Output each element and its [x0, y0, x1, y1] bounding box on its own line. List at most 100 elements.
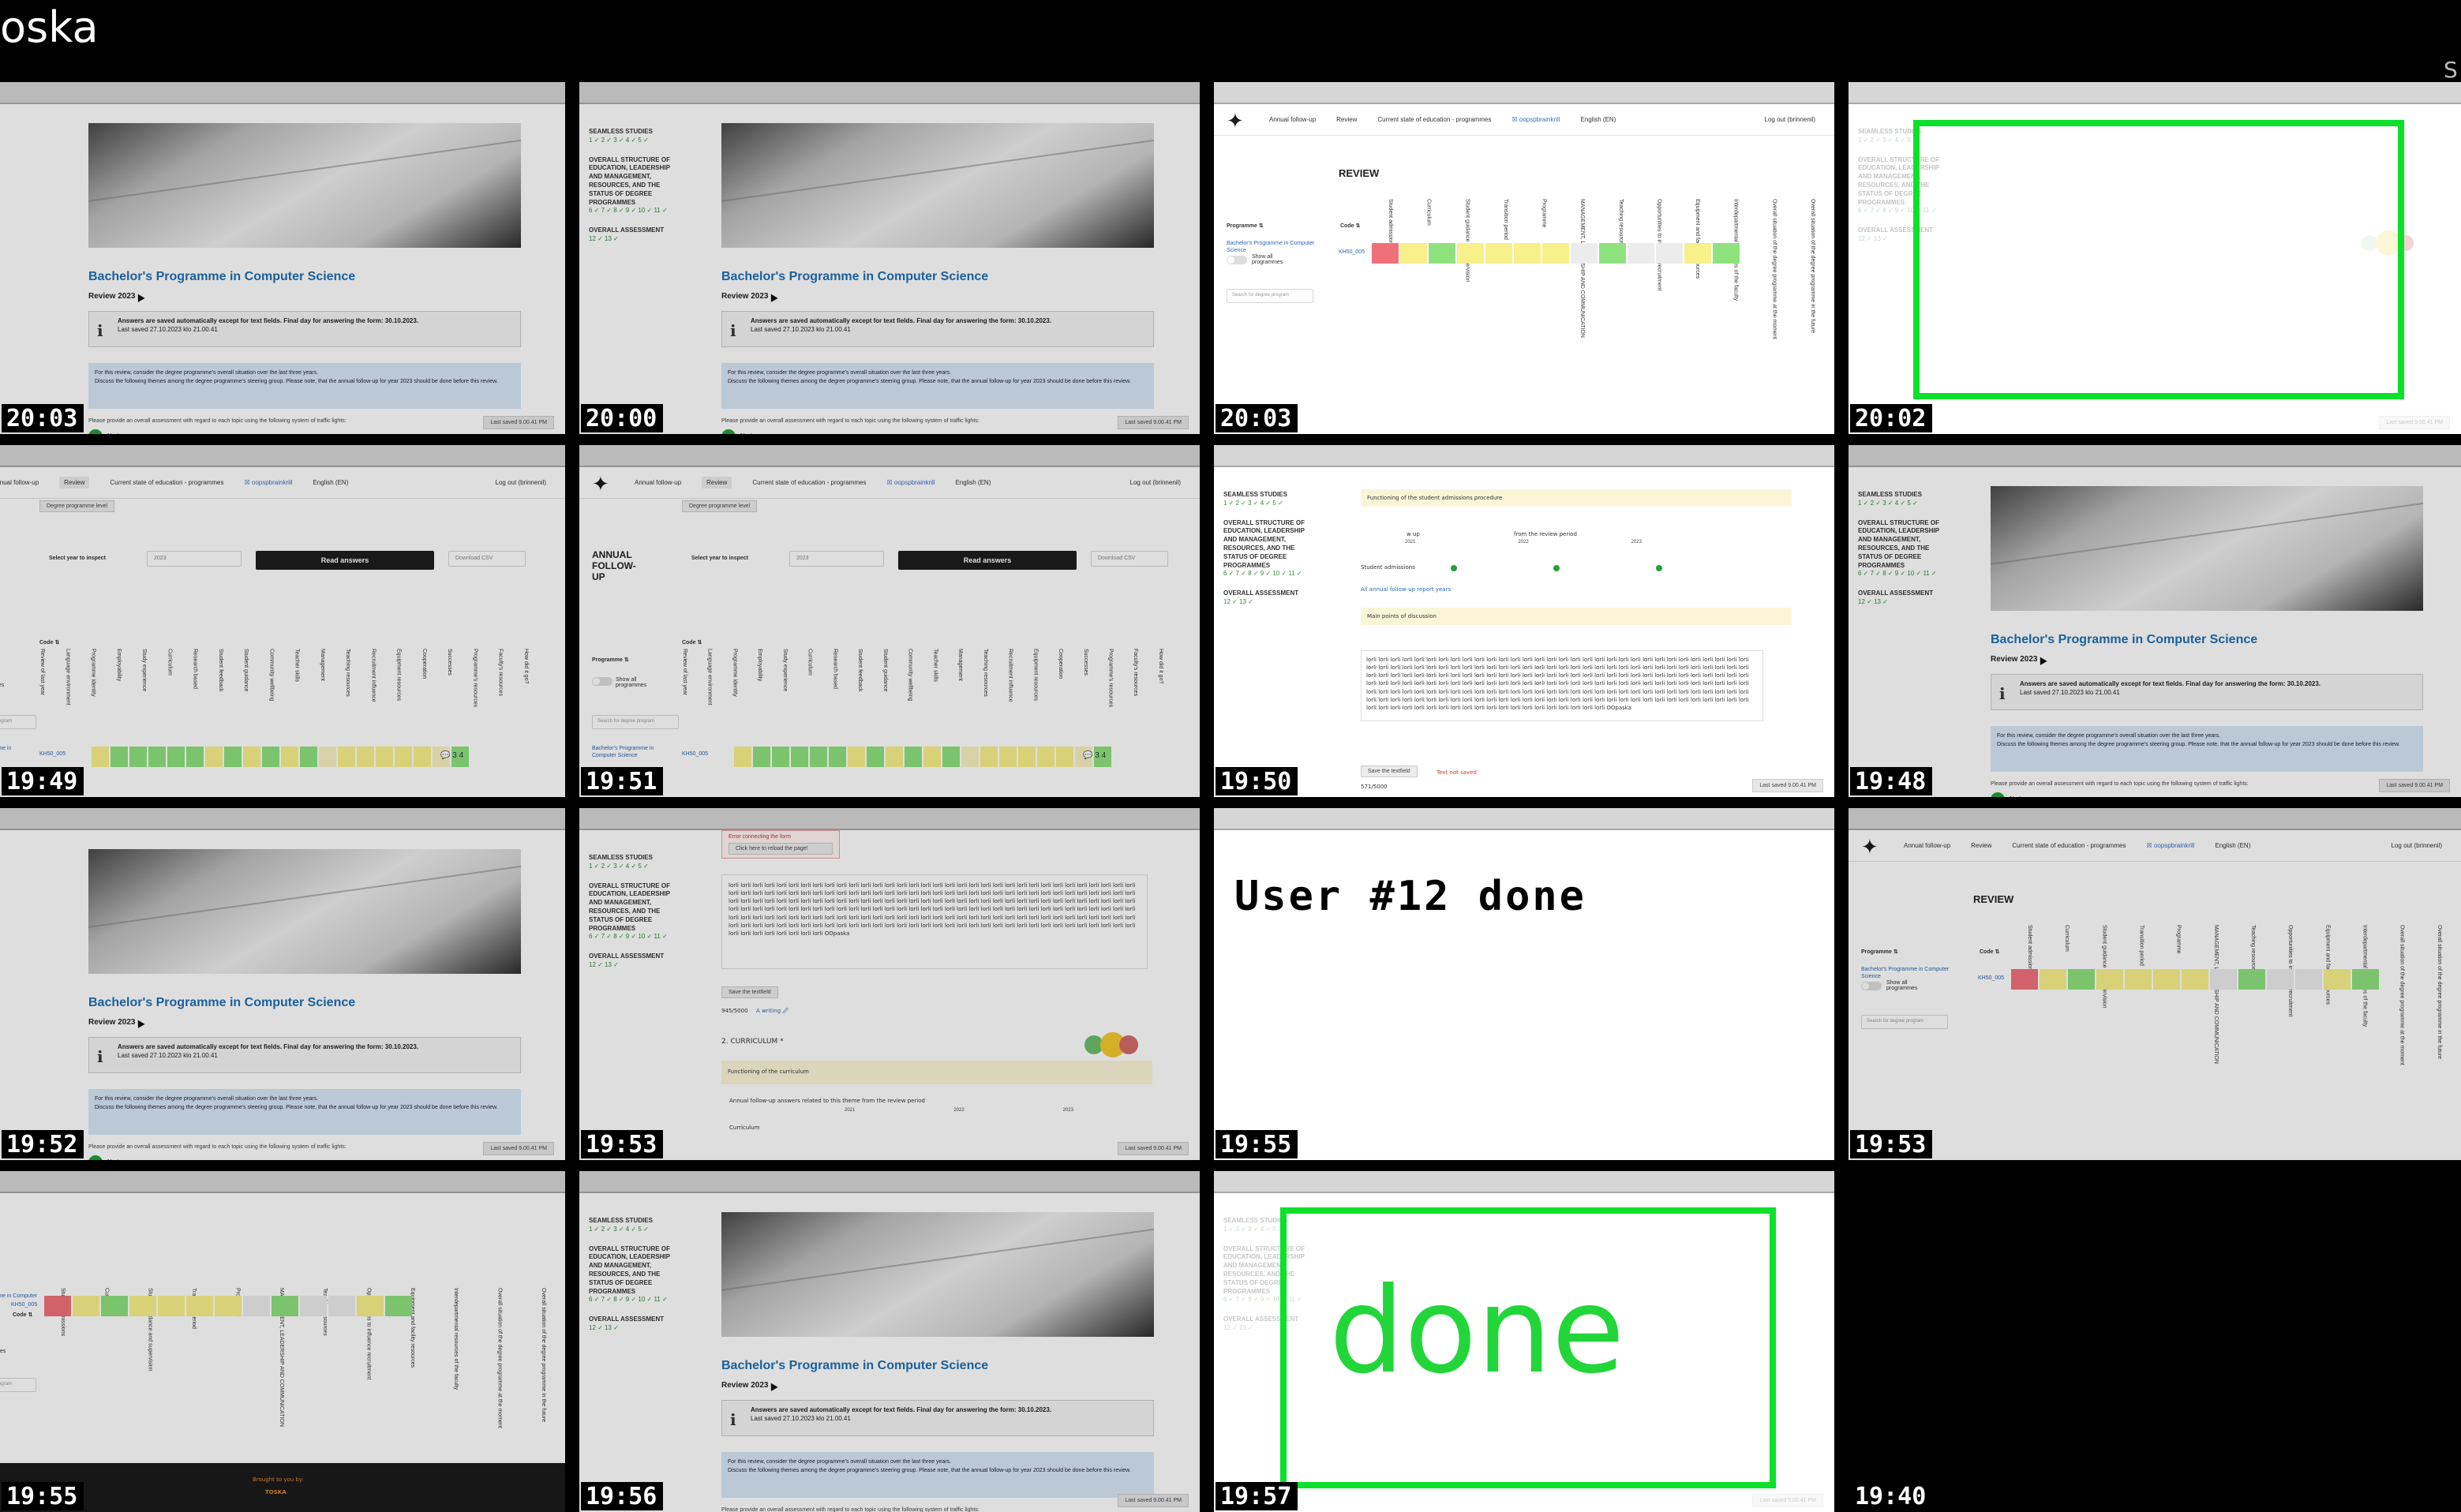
- traffic-light-cell[interactable]: [2238, 969, 2265, 990]
- traffic-light-cell[interactable]: [44, 1296, 71, 1316]
- programme-column-header[interactable]: Programme ⇅: [592, 657, 629, 663]
- traffic-light-cell[interactable]: [2125, 969, 2152, 990]
- traffic-light-cell[interactable]: [942, 747, 960, 767]
- code-column-header[interactable]: Code ⇅: [39, 639, 59, 646]
- traffic-light-cell[interactable]: [186, 747, 204, 767]
- traffic-light-cell[interactable]: [385, 1296, 412, 1316]
- traffic-light-cell[interactable]: [73, 1296, 99, 1316]
- code-column-header[interactable]: Code ⇅: [13, 1312, 32, 1318]
- download-csv-dropdown[interactable]: Download CSV: [448, 551, 526, 567]
- session-tile[interactable]: SEAMLESS STUDIES1 ✓ 2 ✓ 3 ✓ 4 ✓ 5 ✓OVERA…: [579, 808, 1200, 1160]
- traffic-light-cell[interactable]: [148, 747, 166, 767]
- session-tile[interactable]: User #12 done 19:55: [1214, 808, 1834, 1160]
- traffic-light-cell[interactable]: [1628, 243, 1654, 264]
- discussion-textarea[interactable]: lorli lorli lorli lorli lorli lorli lorl…: [721, 874, 1148, 969]
- code-column-header[interactable]: Code ⇅: [1980, 949, 1999, 955]
- nav-user[interactable]: ☒ oopspbrainkrill: [886, 479, 935, 486]
- traffic-light-cell[interactable]: [2267, 969, 2294, 990]
- seamless-studies-link[interactable]: SEAMLESS STUDIES: [589, 854, 680, 863]
- traffic-light-cell[interactable]: [848, 747, 865, 767]
- traffic-light-cell[interactable]: [414, 747, 431, 767]
- traffic-light-cell[interactable]: [1684, 243, 1711, 264]
- search-filter[interactable]: Search for degree program: [0, 715, 36, 729]
- show-all-toggle[interactable]: [1861, 982, 1882, 990]
- seamless-studies-link[interactable]: SEAMLESS STUDIES: [1223, 491, 1315, 500]
- overall-assessment-link[interactable]: OVERALL ASSESSMENT: [589, 1316, 680, 1324]
- traffic-light-cell[interactable]: [357, 1296, 384, 1316]
- traffic-light-cell[interactable]: [2324, 969, 2350, 990]
- search-filter[interactable]: Search for degree program: [592, 715, 679, 729]
- session-tile[interactable]: SEAMLESS STUDIES1 ✓ 2 ✓ 3 ✓ 4 ✓ 5 ✓OVERA…: [1214, 445, 1834, 797]
- session-tile[interactable]: Annual follow-up Review Current state of e…: [1849, 808, 2461, 1160]
- nav-logout[interactable]: Log out (brinnenil): [1765, 116, 1815, 123]
- session-tile[interactable]: SEAMLESS STUDIES1 ✓ 2 ✓ 3 ✓ 4 ✓ 5 ✓OVERA…: [1214, 1171, 1834, 1512]
- programme-link[interactable]: Bachelor's Programme in Computer Science: [1227, 240, 1329, 254]
- traffic-light-cell[interactable]: [1514, 243, 1541, 264]
- nav-logout[interactable]: Log out (brinnenil): [496, 479, 546, 486]
- traffic-light-cell[interactable]: [753, 747, 770, 767]
- traffic-light-cell[interactable]: [810, 747, 827, 767]
- nav-review[interactable]: Review: [59, 477, 90, 488]
- nav-current[interactable]: Current state of education - programmes: [1377, 116, 1491, 123]
- traffic-light-cell[interactable]: [923, 747, 941, 767]
- traffic-light-cell[interactable]: [328, 1296, 355, 1316]
- traffic-light-cell[interactable]: [2182, 969, 2208, 990]
- search-filter[interactable]: Search for degree program: [0, 1378, 36, 1392]
- session-tile[interactable]: SEAMLESS STUDIES1 ✓ 2 ✓ 3 ✓ 4 ✓ 5 ✓OVERA…: [579, 82, 1200, 434]
- nav-review[interactable]: Review: [702, 477, 732, 488]
- nav-lang[interactable]: English (EN): [955, 479, 991, 486]
- nav-logout[interactable]: Log out (brinnenil): [1130, 479, 1181, 486]
- year-dropdown[interactable]: 2023: [789, 551, 884, 567]
- programme-column-header[interactable]: Programme ⇅: [1227, 223, 1264, 229]
- nav-current[interactable]: Current state of education - programmes: [752, 479, 866, 486]
- degree-level-option[interactable]: Degree programme level: [39, 500, 115, 512]
- traffic-light-cell[interactable]: [300, 1296, 327, 1316]
- nav-logout[interactable]: Log out (brinnenil): [2392, 842, 2442, 849]
- nav-review[interactable]: Review: [1336, 116, 1357, 123]
- traffic-light-cell[interactable]: [1018, 747, 1036, 767]
- traffic-light-cell[interactable]: [243, 1296, 270, 1316]
- traffic-light-cell[interactable]: [829, 747, 846, 767]
- year-dropdown[interactable]: 2023: [147, 551, 242, 567]
- session-tile[interactable]: Student admissionsCurriculumStudent guid…: [0, 1171, 565, 1512]
- traffic-light-cell[interactable]: [999, 747, 1017, 767]
- overall-structure-link[interactable]: OVERALL STRUCTURE OF EDUCATION, LEADERSH…: [589, 156, 680, 208]
- overall-structure-link[interactable]: OVERALL STRUCTURE OF EDUCATION, LEADERSH…: [1858, 519, 1950, 571]
- show-all-toggle[interactable]: [592, 677, 612, 686]
- overall-structure-link[interactable]: OVERALL STRUCTURE OF EDUCATION, LEADERSH…: [1223, 519, 1315, 571]
- session-tile[interactable]: SEAMLESS STUDIES1 ✓ 2 ✓ 3 ✓ 4 ✓ 5 ✓OVERA…: [1849, 82, 2461, 434]
- traffic-light-cell[interactable]: [319, 747, 336, 767]
- session-tile[interactable]: SEAMLESS STUDIES1 ✓ 2 ✓ 3 ✓ 4 ✓ 5 ✓OVERA…: [1849, 445, 2461, 797]
- session-tile[interactable]: Annual follow-up Review Current state of e…: [579, 445, 1200, 797]
- traffic-light-cell[interactable]: [2096, 969, 2123, 990]
- nav-review[interactable]: Review: [1971, 842, 1991, 849]
- traffic-light-cell[interactable]: [357, 747, 374, 767]
- traffic-light-cell[interactable]: [300, 747, 317, 767]
- nav-lang[interactable]: English (EN): [2215, 842, 2250, 849]
- code-column-header[interactable]: Code ⇅: [1340, 223, 1360, 229]
- traffic-light-cell[interactable]: [338, 747, 355, 767]
- comments-summary[interactable]: 💬 3 4: [1083, 751, 1106, 760]
- seamless-studies-link[interactable]: SEAMLESS STUDIES: [589, 1217, 680, 1226]
- nav-annual[interactable]: Annual follow-up: [1269, 116, 1316, 123]
- traffic-light-cell[interactable]: [1713, 243, 1740, 264]
- programme-link[interactable]: Bachelor's Programme in Computer Science: [1861, 966, 1964, 980]
- seamless-studies-link[interactable]: SEAMLESS STUDIES: [589, 128, 680, 137]
- search-filter[interactable]: Search for degree program: [1861, 1015, 1948, 1029]
- overall-structure-link[interactable]: OVERALL STRUCTURE OF EDUCATION, LEADERSH…: [589, 882, 680, 934]
- traffic-light-icon[interactable]: [1119, 1035, 1138, 1054]
- traffic-light-cell[interactable]: [2295, 969, 2322, 990]
- comments-summary[interactable]: 💬 3 4: [440, 751, 463, 760]
- session-tile[interactable]: SEAMLESS STUDIES1 ✓ 2 ✓ 3 ✓ 4 ✓ 5 ✓OVERA…: [579, 1171, 1200, 1512]
- traffic-light-cell[interactable]: [1372, 243, 1399, 264]
- traffic-light-cell[interactable]: [376, 747, 393, 767]
- programme-link[interactable]: Bachelor's Programme in Computer Science: [0, 745, 21, 759]
- traffic-light-cell[interactable]: [129, 747, 147, 767]
- traffic-light-cell[interactable]: [2040, 969, 2066, 990]
- traffic-light-cell[interactable]: [129, 1296, 156, 1316]
- traffic-light-cell[interactable]: [215, 1296, 242, 1316]
- read-answers-button[interactable]: Read answers: [898, 551, 1077, 570]
- nav-user[interactable]: ☒ oopspbrainkrill: [2146, 842, 2194, 849]
- traffic-light-cell[interactable]: [243, 747, 260, 767]
- traffic-light-cell[interactable]: [1542, 243, 1569, 264]
